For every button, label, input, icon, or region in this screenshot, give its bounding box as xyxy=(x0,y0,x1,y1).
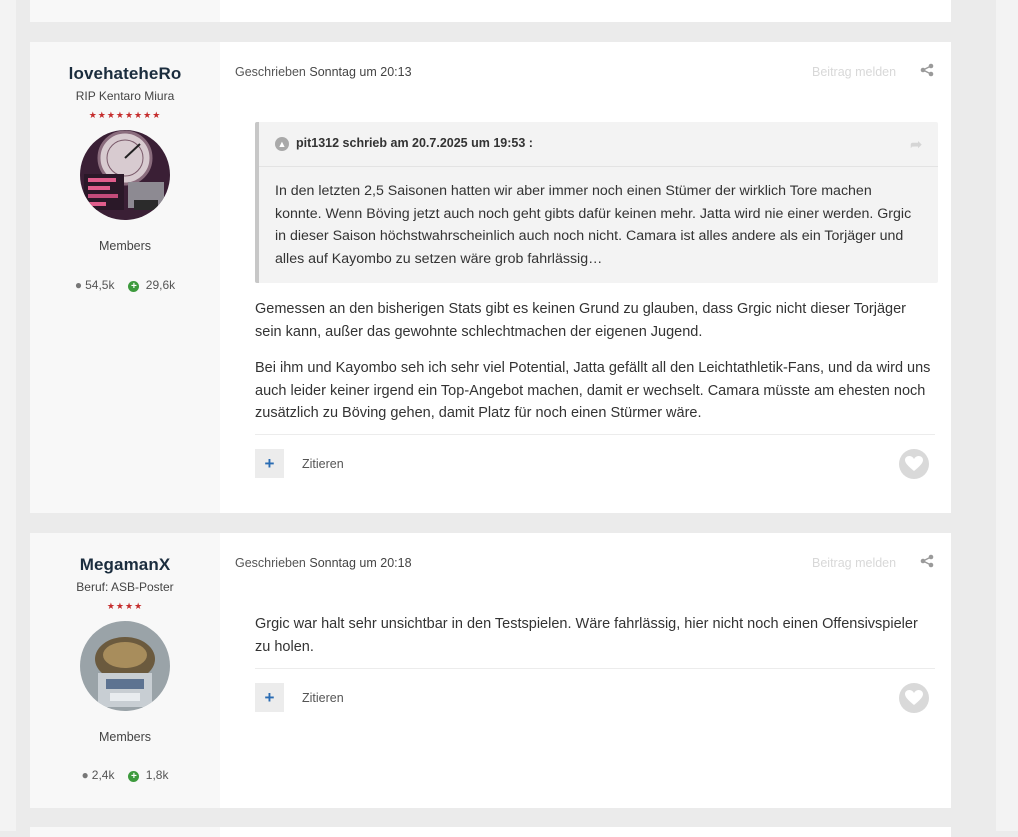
quote-citation: pit1312 schrieb am 20.7.2025 um 19:53 : xyxy=(296,136,533,150)
post-date[interactable]: Sonntag um 20:13 xyxy=(309,65,411,79)
avatar[interactable] xyxy=(80,130,170,220)
author-name[interactable]: lovehateheRo xyxy=(30,64,220,84)
reputation[interactable]: + 1,8k xyxy=(128,768,168,782)
like-button[interactable] xyxy=(899,449,929,479)
collapse-icon[interactable]: ▲ xyxy=(275,137,289,151)
post-paragraph: Gemessen an den bisherigen Stats gibt es… xyxy=(255,301,906,340)
heart-icon xyxy=(905,456,923,471)
post: MegamanX Beruf: ASB-Poster ★★★★ Members … xyxy=(30,533,951,808)
reputation-value: 1,8k xyxy=(145,768,169,782)
multiquote-button[interactable]: + xyxy=(255,683,284,712)
plus-circle-icon: + xyxy=(128,771,140,782)
rank-stars: ★★★★★★★★ xyxy=(88,110,162,120)
post-content: Gemessen an den bisherigen Stats gibt es… xyxy=(255,298,935,439)
content-count-value: 54,5k xyxy=(85,278,115,292)
multiquote-button[interactable]: + xyxy=(255,449,284,478)
post-footer: + Zitieren xyxy=(255,434,935,495)
quote-button[interactable]: Zitieren xyxy=(302,691,344,705)
author-stats: ● 54,5k + 29,6k xyxy=(30,278,220,292)
comment-icon: ● xyxy=(74,278,83,292)
author-name[interactable]: MegamanX xyxy=(30,555,220,575)
heart-icon xyxy=(905,690,923,705)
rank-stars: ★★★★ xyxy=(106,601,144,611)
quote-block: ▲ pit1312 schrieb am 20.7.2025 um 19:53 … xyxy=(255,122,938,283)
post-paragraph: Grgic war halt sehr unsichtbar in den Te… xyxy=(255,616,918,655)
author-panel: lovehateheRo RIP Kentaro Miura ★★★★★★★★ … xyxy=(30,42,220,513)
content-count[interactable]: ● 54,5k xyxy=(75,278,115,292)
share-icon[interactable] xyxy=(920,554,934,568)
plus-circle-icon: + xyxy=(128,281,140,292)
post: lovehateheRo RIP Kentaro Miura ★★★★★★★★ … xyxy=(30,42,951,513)
content-count-value: 2,4k xyxy=(91,768,115,782)
author-title: RIP Kentaro Miura xyxy=(75,89,175,103)
written-label: Geschrieben xyxy=(235,556,306,570)
post-content: Grgic war halt sehr unsichtbar in den Te… xyxy=(255,613,935,672)
previous-post xyxy=(30,0,951,22)
author-stats: ● 2,4k + 1,8k xyxy=(30,768,220,782)
post-paragraph: Bei ihm und Kayombo seh ich sehr viel Po… xyxy=(255,360,931,421)
share-icon[interactable] xyxy=(920,63,934,77)
member-group: Members xyxy=(98,239,152,253)
next-post xyxy=(30,827,951,837)
report-post-link[interactable]: Beitrag melden xyxy=(812,556,896,570)
reputation[interactable]: + 29,6k xyxy=(128,278,175,292)
author-title: Beruf: ASB-Poster xyxy=(76,580,174,594)
quote-button[interactable]: Zitieren xyxy=(302,457,344,471)
author-panel: MegamanX Beruf: ASB-Poster ★★★★ Members … xyxy=(30,533,220,808)
comment-icon: ● xyxy=(81,768,89,782)
post-meta: Geschrieben Sonntag um 20:13 xyxy=(235,65,412,79)
right-gutter xyxy=(996,0,1018,831)
post-meta: Geschrieben Sonntag um 20:18 xyxy=(235,556,412,570)
content-count[interactable]: ● 2,4k xyxy=(82,768,115,782)
post-date[interactable]: Sonntag um 20:18 xyxy=(309,556,411,570)
member-group: Members xyxy=(98,730,152,744)
reply-arrow-icon[interactable]: ➦ xyxy=(910,136,922,153)
left-gutter xyxy=(0,0,16,831)
written-label: Geschrieben xyxy=(235,65,306,79)
report-post-link[interactable]: Beitrag melden xyxy=(812,65,896,79)
quote-header: ▲ pit1312 schrieb am 20.7.2025 um 19:53 … xyxy=(259,122,938,167)
reputation-value: 29,6k xyxy=(145,278,176,292)
avatar[interactable] xyxy=(80,621,170,711)
quote-text: In den letzten 2,5 Saisonen hatten wir a… xyxy=(275,183,912,267)
like-button[interactable] xyxy=(899,683,929,713)
post-footer: + Zitieren xyxy=(255,668,935,729)
